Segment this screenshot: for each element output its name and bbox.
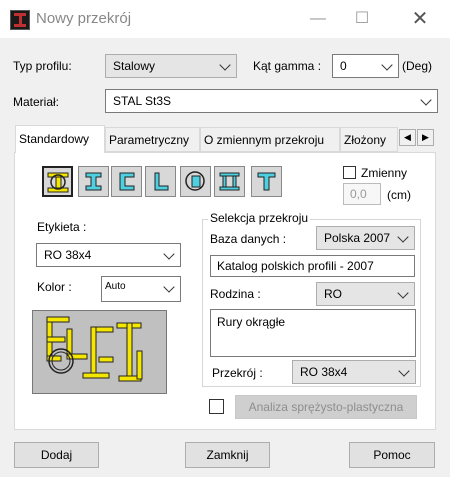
tab-standardowy[interactable]: Standardowy xyxy=(15,125,105,153)
section-select[interactable]: RO 38x4 xyxy=(292,360,416,384)
family-description: Rury okrągłe xyxy=(210,309,416,357)
variable-input[interactable]: 0,0 xyxy=(343,183,381,205)
material-value: STAL St3S xyxy=(113,94,172,108)
tube-pipe-icon[interactable] xyxy=(42,166,73,197)
variable-checkbox[interactable] xyxy=(343,166,356,179)
variable-value: 0,0 xyxy=(350,187,367,201)
minimize-button[interactable]: — xyxy=(305,6,331,32)
close-dialog-button[interactable]: Zamknij xyxy=(185,442,270,468)
family-value: RO xyxy=(324,287,342,301)
profile-type-select[interactable]: Stalowy xyxy=(105,54,237,78)
section-label: Przekrój : xyxy=(212,366,263,380)
help-button[interactable]: Pomoc xyxy=(349,442,435,468)
chevron-down-icon xyxy=(219,59,231,71)
section-value: RO 38x4 xyxy=(300,365,348,379)
i-section-icon[interactable] xyxy=(78,166,109,197)
gamma-value: 0 xyxy=(340,59,347,73)
chevron-down-icon xyxy=(397,287,409,299)
color-label: Kolor : xyxy=(37,280,72,294)
gamma-unit: (Deg) xyxy=(402,59,433,73)
chevron-down-icon xyxy=(397,231,409,243)
analysis-button[interactable]: Analiza sprężysto-plastyczna xyxy=(235,395,417,419)
gamma-combo[interactable]: 0 xyxy=(332,54,399,78)
label-combo[interactable]: RO 38x4 xyxy=(36,243,181,267)
tab-scroll-left-icon[interactable]: ◀ xyxy=(399,129,416,146)
window-title: Nowy przekrój xyxy=(36,10,132,27)
profile-type-value: Stalowy xyxy=(113,59,156,73)
catalog-value: Katalog polskich profili - 2007 xyxy=(217,259,374,273)
variable-unit: (cm) xyxy=(387,188,411,202)
profile-preview xyxy=(32,310,167,394)
database-label: Baza danych : xyxy=(210,232,287,246)
color-value: Auto xyxy=(105,281,126,292)
family-select[interactable]: RO xyxy=(316,282,415,306)
angle-section-icon[interactable] xyxy=(145,166,176,197)
variable-label: Zmienny xyxy=(361,166,408,180)
color-select[interactable]: Auto xyxy=(101,276,181,302)
chevron-down-icon xyxy=(420,94,432,106)
family-label: Rodzina : xyxy=(210,287,261,301)
profile-type-label: Typ profilu: xyxy=(13,59,72,73)
label-field-label: Etykieta : xyxy=(37,220,87,234)
analysis-checkbox[interactable] xyxy=(209,399,224,414)
tab-scroll-right-icon[interactable]: ▶ xyxy=(417,129,434,146)
double-channel-icon[interactable] xyxy=(214,166,245,197)
tee-section-icon[interactable] xyxy=(251,166,282,197)
maximize-button[interactable]: ☐ xyxy=(349,6,375,32)
family-description-text: Rury okrągłe xyxy=(217,315,286,329)
tab-parametryczny[interactable]: Parametryczny xyxy=(105,127,200,152)
app-icon xyxy=(10,10,30,30)
chevron-down-icon xyxy=(381,59,393,71)
database-select[interactable]: Polska 2007 xyxy=(316,226,415,250)
material-label: Materiał: xyxy=(13,95,60,109)
add-button[interactable]: Dodaj xyxy=(14,442,99,468)
chevron-down-icon xyxy=(163,248,175,260)
tab-zlozony[interactable]: Złożony xyxy=(340,127,398,152)
material-select[interactable]: STAL St3S xyxy=(105,89,438,113)
selection-group-title: Selekcja przekroju xyxy=(208,211,311,225)
label-value: RO 38x4 xyxy=(44,248,92,262)
round-tube-icon[interactable] xyxy=(180,166,211,197)
close-button[interactable]: ✕ xyxy=(407,6,433,32)
tab-o-zmiennym-przekroju[interactable]: O zmiennym przekroju xyxy=(200,127,340,152)
chevron-down-icon xyxy=(398,365,410,377)
chevron-down-icon xyxy=(163,281,175,293)
catalog-field[interactable]: Katalog polskich profili - 2007 xyxy=(210,255,415,277)
gamma-label: Kąt gamma : xyxy=(253,59,322,73)
channel-section-icon[interactable] xyxy=(111,166,142,197)
database-value: Polska 2007 xyxy=(324,231,391,245)
